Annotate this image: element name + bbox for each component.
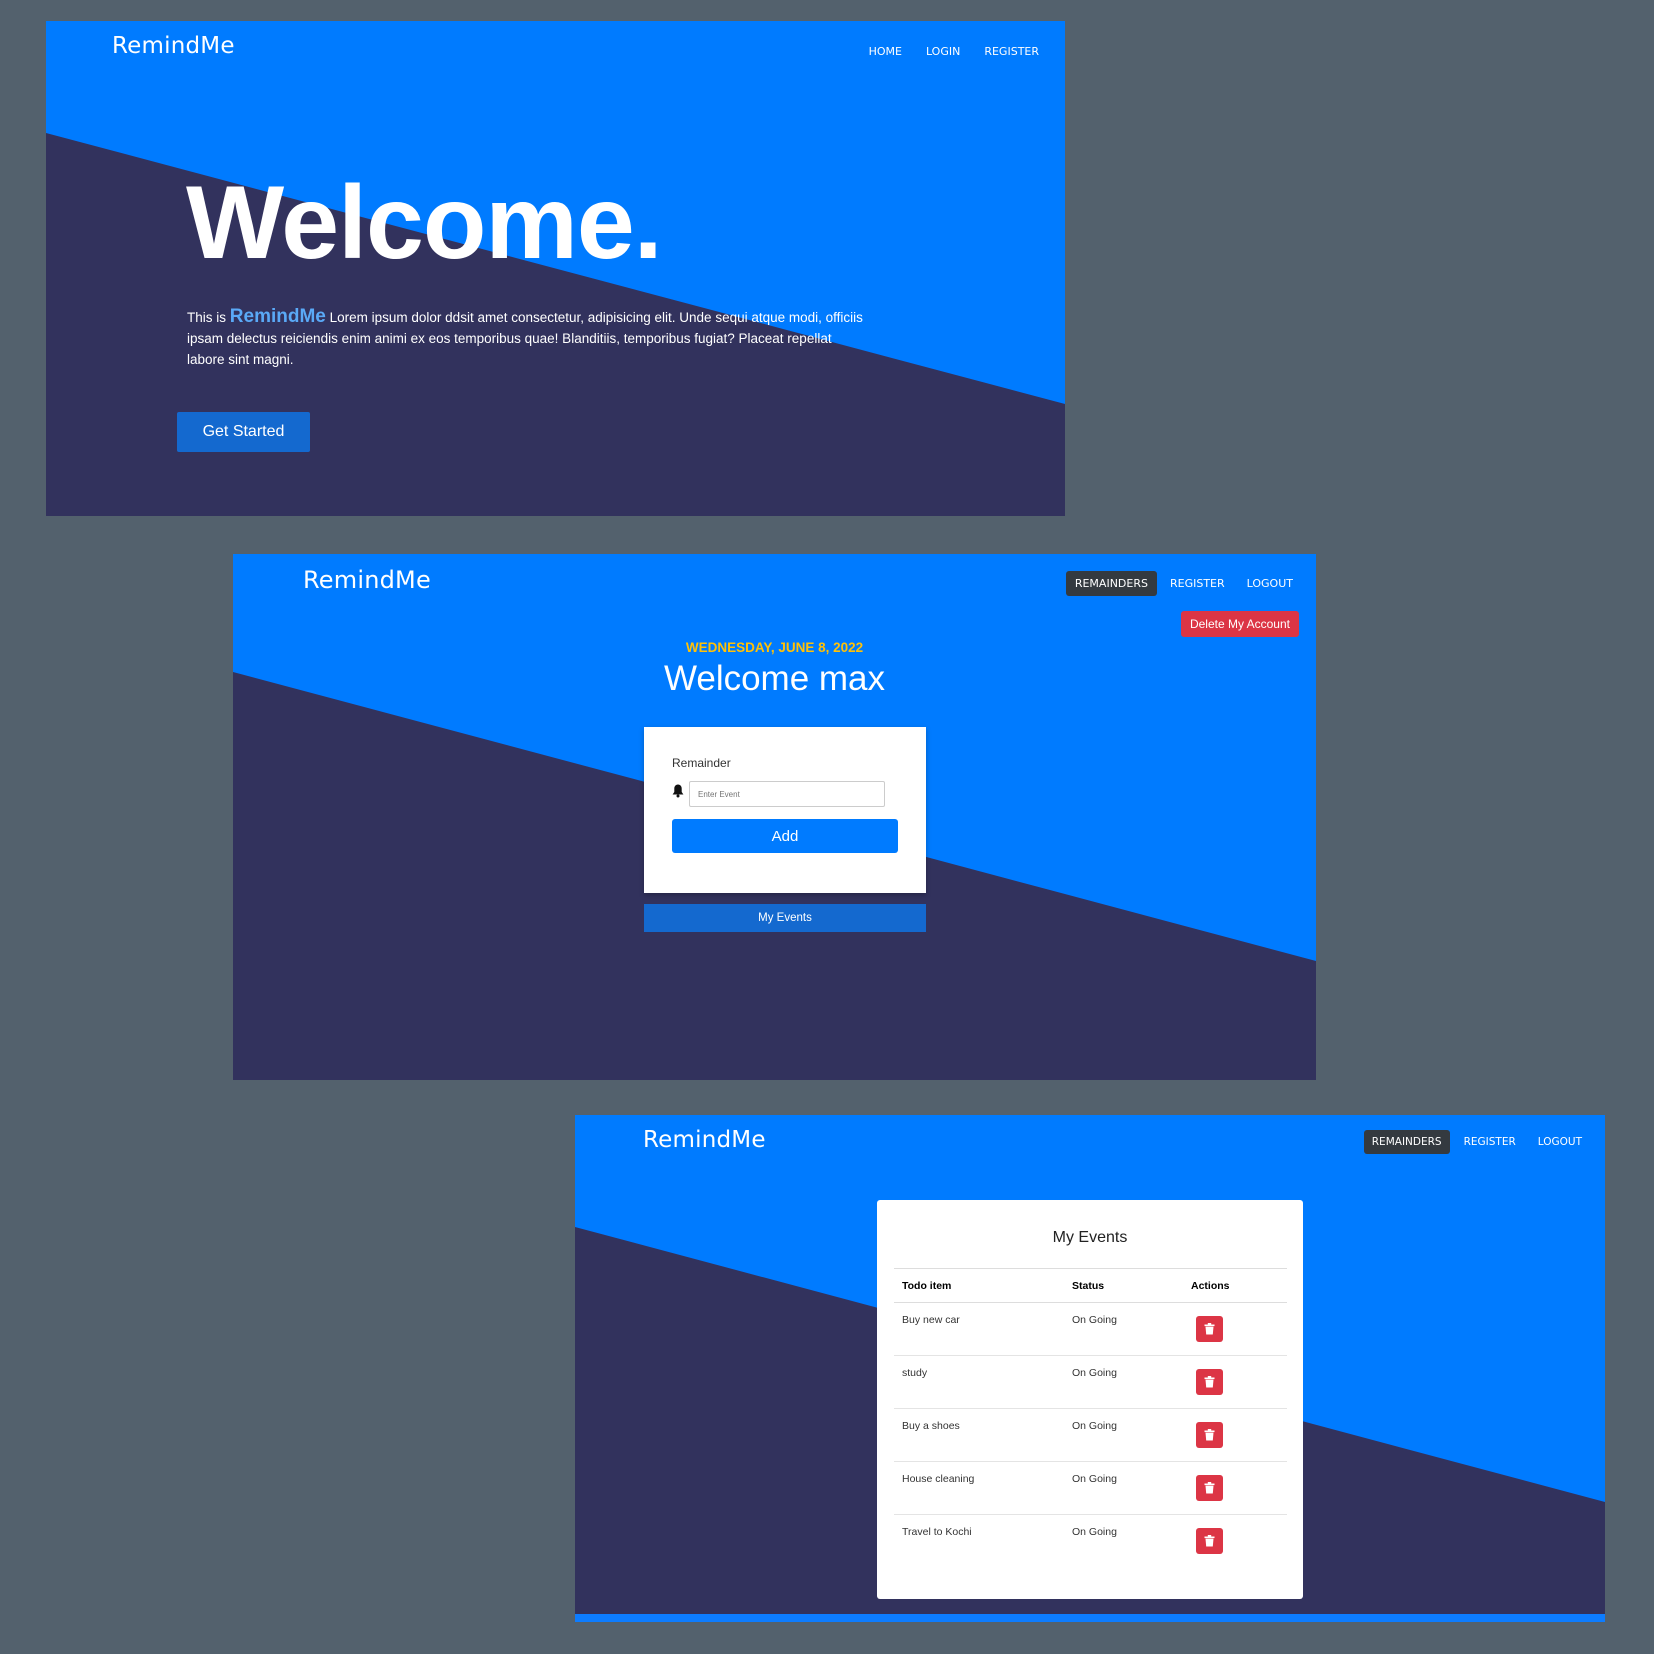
nav-remainders[interactable]: REMAINDERS — [1065, 571, 1157, 596]
trash-icon — [1204, 1376, 1215, 1388]
trash-icon — [1204, 1429, 1215, 1441]
delete-event-button[interactable] — [1196, 1316, 1223, 1342]
table-row: House cleaning On Going — [894, 1461, 1287, 1515]
events-card: My Events Todo item Status Actions Buy n… — [877, 1200, 1303, 1599]
current-date: WEDNESDAY, JUNE 8, 2022 — [685, 640, 864, 655]
welcome-heading: Welcome max — [663, 659, 886, 698]
nav-login[interactable]: LOGIN — [918, 40, 968, 63]
todo-status: On Going — [1064, 1408, 1183, 1462]
nav-logout[interactable]: LOGOUT — [1238, 571, 1302, 596]
column-header-actions: Actions — [1183, 1268, 1287, 1303]
column-header-todo: Todo item — [894, 1268, 1064, 1303]
top-nav: REMAINDERS REGISTER LOGOUT — [1363, 1130, 1590, 1154]
delete-event-button[interactable] — [1196, 1369, 1223, 1395]
bell-icon — [672, 784, 684, 798]
event-input[interactable] — [689, 781, 885, 807]
todo-item: Travel to Kochi — [902, 1526, 972, 1538]
nav-logout[interactable]: LOGOUT — [1530, 1130, 1590, 1154]
delete-event-button[interactable] — [1196, 1422, 1223, 1448]
events-screen: RemindMe REMAINDERS REGISTER LOGOUT My E… — [575, 1115, 1605, 1622]
nav-register[interactable]: REGISTER — [1456, 1130, 1524, 1154]
hero-highlight: RemindMe — [229, 306, 326, 327]
reminder-label: Remainder — [672, 756, 731, 770]
reminder-form-card: Remainder Add — [644, 727, 926, 893]
todo-item: Buy a shoes — [894, 1408, 1064, 1462]
column-header-status: Status — [1064, 1268, 1183, 1303]
table-header-row: Todo item Status Actions — [894, 1268, 1287, 1303]
nav-remainders[interactable]: REMAINDERS — [1363, 1130, 1450, 1154]
todo-item: House cleaning — [894, 1461, 1064, 1515]
hero-prefix: This is — [187, 310, 227, 325]
todo-status: On Going — [1072, 1526, 1117, 1538]
trash-icon — [1204, 1323, 1215, 1335]
events-table: Todo item Status Actions Buy new car On … — [894, 1268, 1287, 1567]
delete-event-button[interactable] — [1196, 1528, 1223, 1554]
table-row: Buy new car On Going — [894, 1302, 1287, 1356]
brand-logo[interactable]: RemindMe — [303, 566, 431, 594]
table-row: Travel to Kochi On Going — [894, 1515, 1287, 1568]
hero-text: This is RemindMe Lorem ipsum dolor ddsit… — [187, 306, 867, 370]
todo-status: On Going — [1064, 1461, 1183, 1515]
top-nav: REMAINDERS REGISTER LOGOUT — [1065, 571, 1302, 596]
nav-register[interactable]: REGISTER — [976, 40, 1047, 63]
brand-logo[interactable]: RemindMe — [643, 1127, 766, 1153]
trash-icon — [1204, 1482, 1215, 1494]
todo-item: Buy new car — [894, 1302, 1064, 1356]
trash-icon — [1204, 1535, 1215, 1547]
delete-event-button[interactable] — [1196, 1475, 1223, 1501]
top-nav: HOME LOGIN REGISTER — [861, 40, 1047, 63]
todo-status: On Going — [1064, 1302, 1183, 1356]
todo-status: On Going — [1064, 1355, 1183, 1409]
add-button[interactable]: Add — [672, 819, 898, 853]
bottom-strip — [575, 1614, 1605, 1622]
table-row: Buy a shoes On Going — [894, 1408, 1287, 1462]
delete-account-button[interactable]: Delete My Account — [1180, 611, 1299, 637]
brand-logo[interactable]: RemindMe — [112, 33, 235, 59]
nav-register[interactable]: REGISTER — [1161, 571, 1234, 596]
events-title: My Events — [1052, 1229, 1128, 1246]
landing-screen: RemindMe HOME LOGIN REGISTER Welcome. Th… — [46, 21, 1065, 516]
todo-item: study — [894, 1355, 1064, 1409]
hero-title: Welcome. — [186, 165, 663, 281]
nav-home[interactable]: HOME — [861, 40, 910, 63]
my-events-button[interactable]: My Events — [644, 904, 926, 932]
get-started-button[interactable]: Get Started — [177, 412, 310, 452]
dashboard-screen: RemindMe REMAINDERS REGISTER LOGOUT Dele… — [233, 554, 1316, 1080]
table-row: study On Going — [894, 1355, 1287, 1409]
